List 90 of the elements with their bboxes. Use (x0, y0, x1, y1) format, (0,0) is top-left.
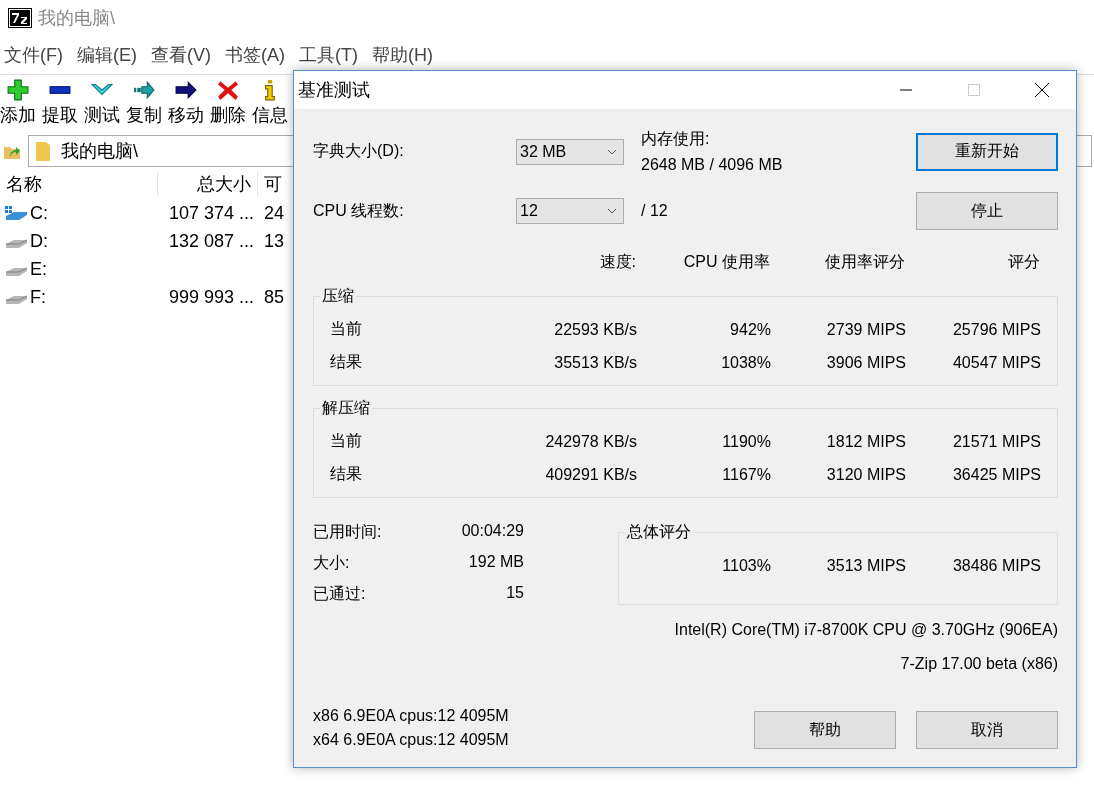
menu-item[interactable]: 文件(F) (4, 43, 63, 67)
group-title: 总体评分 (626, 522, 692, 542)
row-label: 当前 (329, 319, 363, 339)
maximize-icon (966, 82, 982, 98)
menu-item[interactable]: 编辑(E) (77, 43, 137, 67)
result-value: 21571 MIPS (951, 432, 1041, 451)
cpu-info: Intel(R) Core(TM) i7-8700K CPU @ 3.70GHz (906EA) (673, 621, 1058, 639)
field-label: CPU 线程数: (313, 200, 405, 221)
system-drive-icon (4, 205, 28, 221)
result-value: 40547 MIPS (951, 353, 1041, 372)
system-info-line: x64 6.9E0A cpus:12 4095M (313, 731, 509, 749)
toolbar-button[interactable]: 添加 (0, 79, 36, 133)
result-value: 3906 MIPS (825, 353, 906, 372)
table-cell: 85 (264, 286, 285, 308)
result-value: 36425 MIPS (951, 465, 1041, 484)
menu-item[interactable]: 查看(V) (151, 43, 211, 67)
table-cell: 24 (264, 202, 285, 224)
row-label: 结果 (329, 464, 363, 484)
row-label: 结果 (329, 352, 363, 372)
system-info-line: x86 6.9E0A cpus:12 4095M (313, 707, 509, 725)
result-value: 25796 MIPS (951, 320, 1041, 339)
stat-label: 已用时间: (313, 522, 383, 542)
result-value: 1038% (720, 353, 771, 372)
dictionary-size-dropdown[interactable]: 32 MB (516, 138, 624, 165)
menu-item[interactable]: 书签(A) (225, 43, 285, 67)
result-value: 22593 KB/s (553, 320, 637, 339)
version-info: 7-Zip 17.00 beta (x86) (899, 655, 1058, 673)
stat-value: 00:04:29 (460, 522, 524, 541)
drive-name[interactable]: E: (30, 258, 47, 280)
chevron-down-icon (607, 208, 617, 214)
delete-icon (217, 79, 239, 101)
chevron-down-icon (607, 148, 617, 155)
add-icon (7, 79, 29, 101)
drive-name[interactable]: F: (30, 286, 46, 308)
copy-icon (133, 79, 155, 101)
field-label: 字典大小(D): (313, 141, 405, 161)
close-icon (1034, 82, 1050, 98)
column-header: 使用率评分 (824, 251, 905, 272)
column-header: CPU 使用率 (682, 251, 770, 272)
group-title: 解压缩 (321, 398, 371, 418)
toolbar-button[interactable]: 提取 (42, 79, 78, 133)
toolbar-button[interactable]: 信息 (252, 79, 288, 133)
move-icon (175, 79, 197, 101)
minimize-icon (900, 89, 912, 91)
stat-value: 192 MB (467, 553, 524, 572)
result-value: 3513 MIPS (825, 557, 906, 575)
memory-value: 2648 MB / 4096 MB (641, 156, 784, 174)
result-value: 1103% (721, 557, 771, 575)
dialog-button[interactable]: 停止 (916, 192, 1058, 230)
memory-label: 内存使用: (641, 129, 711, 149)
result-value: 38486 MIPS (951, 557, 1041, 575)
toolbar-button[interactable]: 复制 (126, 79, 162, 133)
drive-name[interactable]: D: (30, 230, 48, 252)
menu-item[interactable]: 帮助(H) (371, 43, 433, 67)
drive-name[interactable]: C: (30, 202, 48, 224)
address-text: 我的电脑\ (61, 140, 138, 163)
result-value: 1190% (721, 432, 771, 451)
stat-label: 已通过: (313, 584, 367, 604)
table-cell: 13 (264, 230, 285, 252)
row-label: 当前 (329, 431, 363, 451)
toolbar-button[interactable]: 移动 (168, 79, 204, 133)
threads-dropdown[interactable]: 12 (516, 198, 624, 224)
toolbar-button[interactable]: 删除 (210, 79, 246, 133)
dialog-button[interactable]: 重新开始 (916, 132, 1058, 171)
result-value: 1812 MIPS (825, 432, 906, 451)
toolbar-button[interactable]: 测试 (84, 79, 120, 133)
result-value: 35513 KB/s (553, 353, 637, 372)
table-cell-text: 132 087 ... (167, 230, 255, 252)
window-title: 我的电脑\ (38, 7, 115, 30)
dialog-button[interactable]: 帮助 (754, 711, 896, 749)
menu-item[interactable]: 工具(T) (299, 43, 358, 67)
dialog-button[interactable]: 取消 (916, 711, 1058, 749)
stat-label: 大小: (313, 553, 351, 573)
group-title: 压缩 (321, 286, 355, 306)
column-header: 评分 (1007, 251, 1040, 272)
column-header[interactable]: 名称 (0, 172, 158, 196)
column-header: 速度: (598, 251, 636, 272)
result-value: 242978 KB/s (544, 432, 637, 451)
table-cell-text: 999 993 ... (167, 286, 255, 308)
dialog-title: 基准测试 (297, 79, 371, 102)
result-value: 409291 KB/s (544, 465, 637, 484)
threads-max: / 12 (641, 202, 669, 220)
table-cell-text: 107 374 ... (167, 202, 255, 224)
result-value: 3120 MIPS (825, 465, 906, 484)
result-value: 942% (729, 320, 771, 339)
app-logo-icon (8, 8, 32, 28)
result-value: 1167% (721, 465, 771, 484)
result-value: 2739 MIPS (825, 320, 906, 339)
column-header[interactable]: 总大小 (158, 172, 258, 196)
stat-value: 15 (505, 584, 524, 603)
